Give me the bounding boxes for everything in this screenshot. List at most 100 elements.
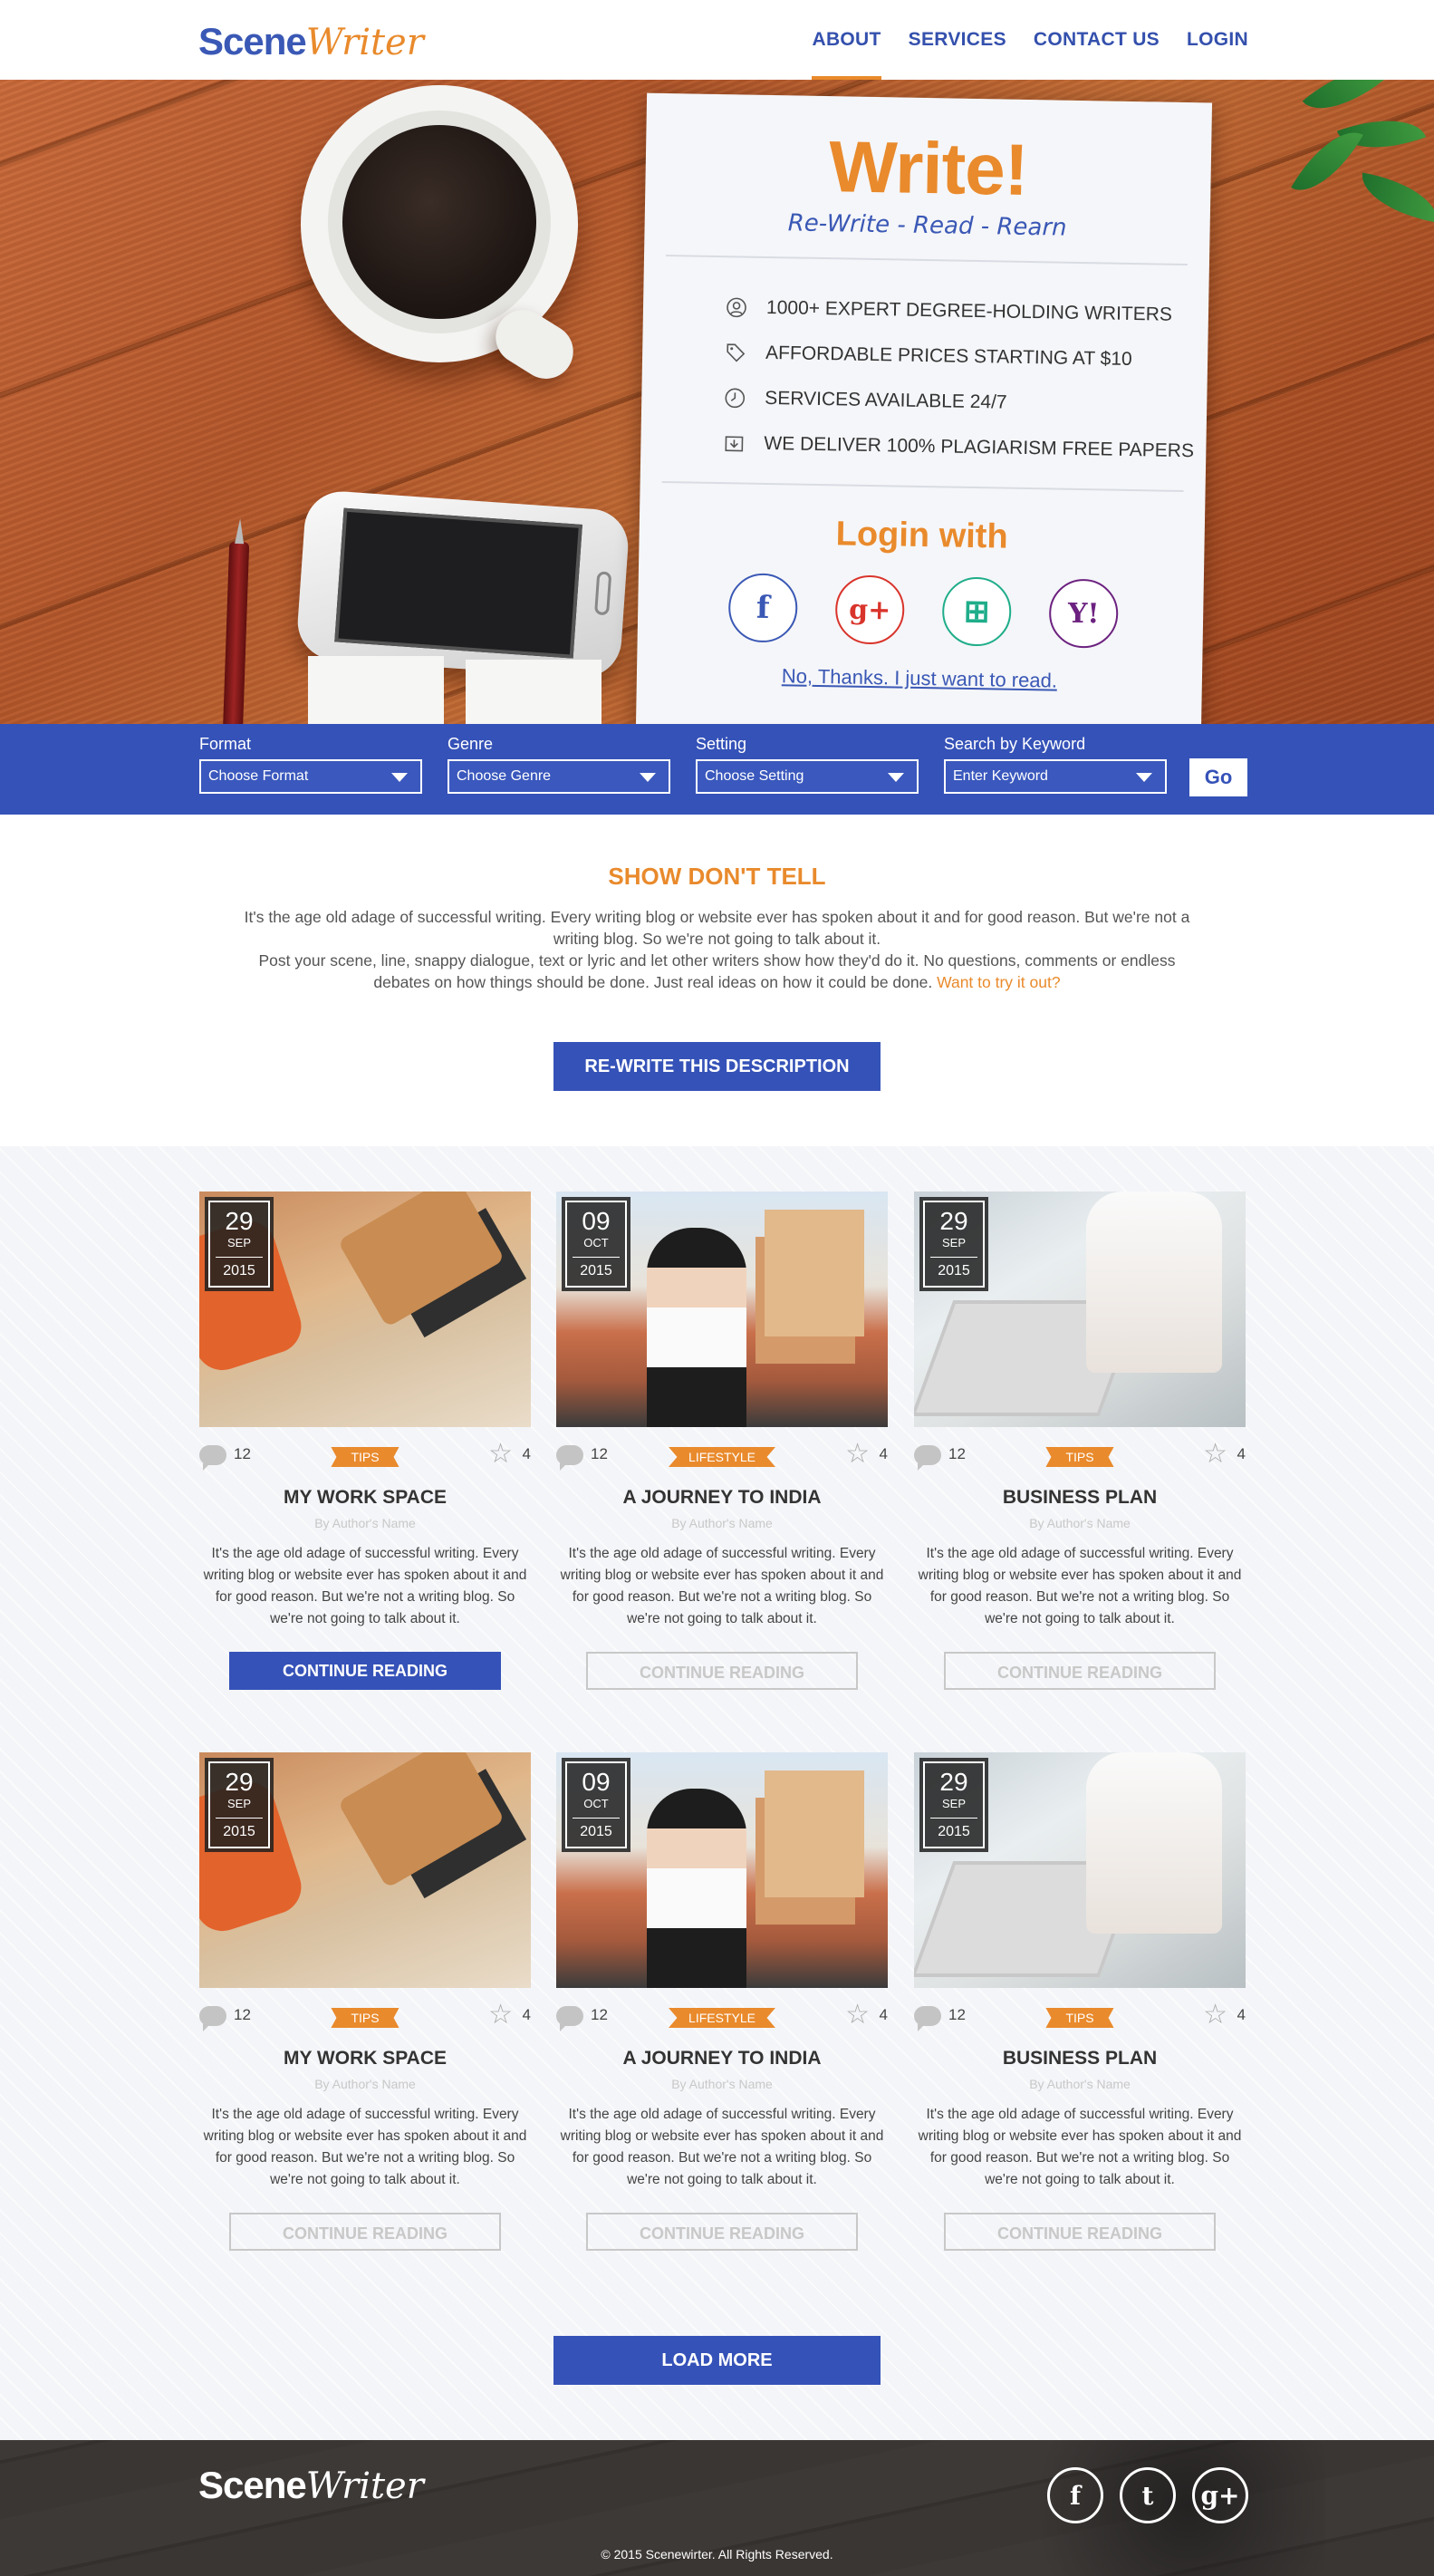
feature-item: 1000+ EXPERT DEGREE-HOLDING WRITERS [725,285,1197,338]
post-author: By Author's Name [314,1516,416,1530]
post-card: 09 OCT 2015 12 LIFESTYLE ☆ 4 A JOURNEY T… [556,1752,888,2251]
google-plus-link[interactable]: g+ [1192,2467,1248,2523]
post-image[interactable]: 29 SEP 2015 [199,1192,531,1427]
date-day: 29 [225,1207,254,1235]
continue-reading-button[interactable]: CONTINUE READING [944,2213,1216,2251]
date-year: 2015 [216,1818,263,1842]
comment-icon [914,2006,941,2031]
google-plus-login-button[interactable]: g+ [834,574,905,645]
yahoo-login-button[interactable]: Y! [1048,578,1119,649]
price-tag-icon [724,341,747,364]
continue-reading-button[interactable]: CONTINUE READING [586,1652,858,1690]
post-excerpt: It's the age old adage of successful wri… [918,1546,1242,1626]
comment-icon [556,2006,583,2031]
facebook-icon: f [755,589,770,627]
format-select[interactable]: Choose Format [199,759,422,794]
category-tag[interactable]: TIPS [1045,1447,1114,1467]
post-image[interactable]: 29 SEP 2015 [199,1752,531,1988]
post-excerpt: It's the age old adage of successful wri… [203,2107,527,2187]
category-tag[interactable]: TIPS [331,1447,399,1467]
category-tag[interactable]: LIFESTYLE [669,1447,775,1467]
continue-reading-button[interactable]: CONTINUE READING [229,1652,501,1690]
continue-reading-button[interactable]: CONTINUE READING [944,1652,1216,1690]
post-author: By Author's Name [1029,2077,1131,2091]
post-author: By Author's Name [314,2077,416,2091]
google-plus-icon: g+ [848,593,891,626]
site-logo[interactable]: SceneWriter [198,18,424,66]
category-tag[interactable]: TIPS [1045,2008,1114,2028]
feature-text: WE DELIVER 100% PLAGIARISM FREE PAPERS [764,432,1195,462]
load-more-button[interactable]: LOAD MORE [553,2336,881,2385]
facebook-login-button[interactable]: f [727,573,798,643]
post-title[interactable]: BUSINESS PLAN [914,2048,1246,2069]
clock-icon [723,386,746,410]
signup-card: Write! Re-Write - Read - Rearn 1000+ EXP… [635,92,1213,738]
comment-count: 12 [234,2006,251,2023]
date-year: 2015 [573,1257,620,1281]
format-filter: Format Choose Format [199,735,422,794]
star-icon[interactable]: ☆ [488,1438,513,1470]
comment-icon [199,1445,226,1471]
post-author: By Author's Name [671,1516,773,1530]
date-year: 2015 [573,1818,620,1842]
genre-select[interactable]: Choose Genre [448,759,670,794]
rewrite-description-button[interactable]: RE-WRITE THIS DESCRIPTION [553,1042,881,1091]
feature-text: 1000+ EXPERT DEGREE-HOLDING WRITERS [765,296,1173,325]
post-excerpt: It's the age old adage of successful wri… [203,1546,527,1626]
continue-reading-button[interactable]: CONTINUE READING [229,2213,501,2251]
facebook-link[interactable]: f [1047,2467,1103,2523]
main-nav: ABOUT SERVICES CONTACT US LOGIN [812,0,1248,80]
skip-login-link[interactable]: No, Thanks. I just want to read. [637,662,1202,696]
leaf-image [1356,172,1434,223]
post-image[interactable]: 09 OCT 2015 [556,1192,888,1427]
star-count: 4 [522,2006,531,2023]
go-button[interactable]: Go [1189,758,1247,796]
windows-login-button[interactable]: ⊞ [941,576,1012,647]
google-plus-icon: g+ [1200,2480,1240,2511]
try-it-link[interactable]: Want to try it out? [937,973,1061,991]
copyright: © 2015 Scenewirter. All Rights Reserved. [601,2547,833,2562]
keyword-label: Search by Keyword [944,735,1086,753]
nav-about[interactable]: ABOUT [812,0,881,80]
star-icon[interactable]: ☆ [488,1999,513,2031]
post-card: 29 SEP 2015 12 TIPS ☆ 4 BUSINESS PLAN By… [914,1192,1246,1690]
login-with-heading: Login with [835,515,1008,556]
nav-contact-us[interactable]: CONTACT US [1034,0,1160,80]
keyword-input[interactable]: Enter Keyword [944,759,1167,794]
nav-services[interactable]: SERVICES [909,0,1006,80]
yahoo-icon: Y! [1067,597,1100,630]
genre-label: Genre [448,735,494,753]
star-icon[interactable]: ☆ [1203,1438,1227,1470]
post-title[interactable]: MY WORK SPACE [199,2048,531,2069]
continue-reading-button[interactable]: CONTINUE READING [586,2213,858,2251]
comment-icon [914,1445,941,1471]
star-icon[interactable]: ☆ [845,1438,870,1470]
twitter-link[interactable]: t [1120,2467,1176,2523]
intro-description: It's the age old adage of successful wri… [236,906,1198,993]
post-image[interactable]: 29 SEP 2015 [914,1192,1246,1427]
windows-icon: ⊞ [963,593,990,630]
divider [666,254,1188,266]
comment-icon [199,2006,226,2031]
nav-login[interactable]: LOGIN [1187,0,1248,80]
setting-select[interactable]: Choose Setting [696,759,919,794]
category-tag[interactable]: LIFESTYLE [669,2008,775,2028]
post-card: 29 SEP 2015 12 TIPS ☆ 4 MY WORK SPACE By… [199,1752,531,2251]
post-title[interactable]: A JOURNEY TO INDIA [556,2048,888,2069]
post-meta: 12 TIPS ☆ 4 [914,1427,1246,1487]
post-title[interactable]: A JOURNEY TO INDIA [556,1487,888,1509]
date-month: OCT [583,1797,609,1810]
logo-part-writer: Writer [305,22,424,63]
post-image[interactable]: 29 SEP 2015 [914,1752,1246,1988]
footer-logo[interactable]: SceneWriter [198,2462,424,2510]
paper-note-image [308,656,444,725]
post-image[interactable]: 09 OCT 2015 [556,1752,888,1988]
post-card: 29 SEP 2015 12 TIPS ☆ 4 BUSINESS PLAN By… [914,1752,1246,2251]
post-title[interactable]: MY WORK SPACE [199,1487,531,1509]
post-title[interactable]: BUSINESS PLAN [914,1487,1246,1509]
star-icon[interactable]: ☆ [845,1999,870,2031]
star-icon[interactable]: ☆ [1203,1999,1227,2031]
genre-select-value: Choose Genre [457,768,552,784]
category-tag[interactable]: TIPS [331,2008,399,2028]
social-login-buttons: f g+ ⊞ Y! [727,573,1119,649]
